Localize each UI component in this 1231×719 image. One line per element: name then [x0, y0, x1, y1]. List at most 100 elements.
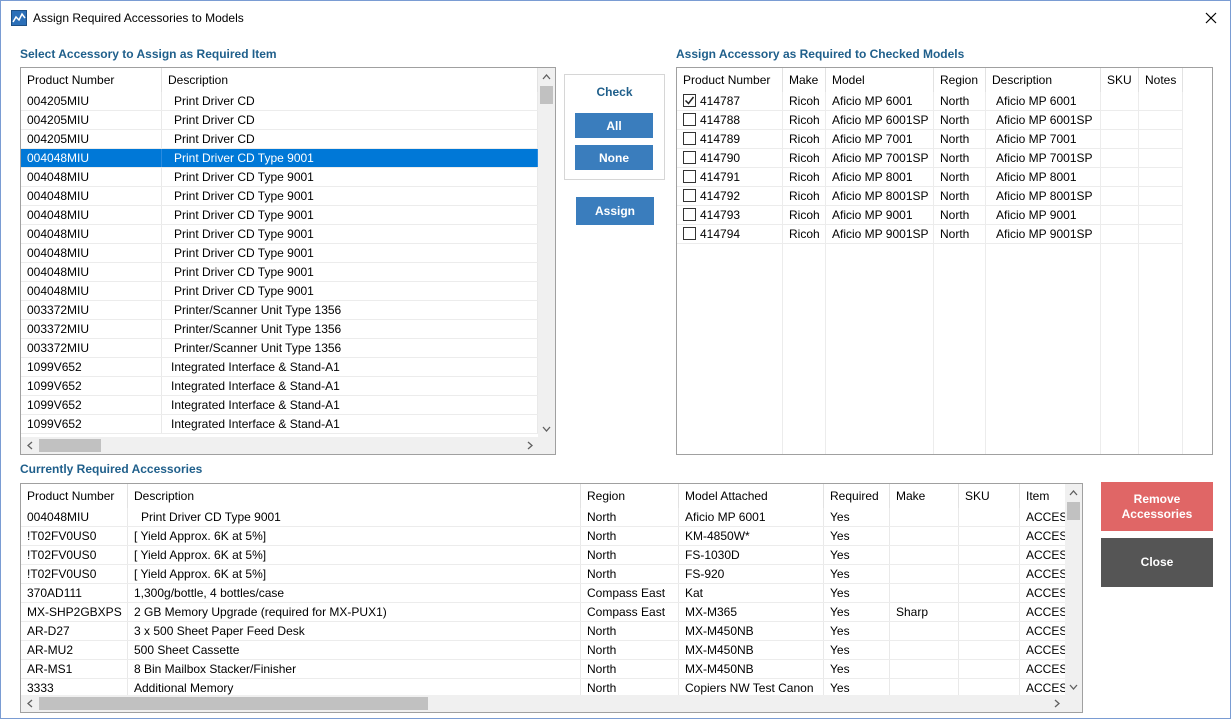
accessory-cell: North [581, 565, 679, 583]
product-number-cell: 004048MIU [21, 282, 162, 300]
accessory-cell [890, 546, 959, 564]
table-row[interactable]: MX-SHP2GBXPS 2 GB Memory Upgrade (require… [21, 603, 1080, 622]
table-row[interactable]: !T02FV0US0[ Yield Approx. 6K at 5%] North… [21, 546, 1080, 565]
accessory-cell [959, 565, 1020, 583]
scroll-up-icon[interactable] [1065, 484, 1082, 501]
model-cell: 414787 [677, 92, 783, 110]
model-cell: Aficio MP 8001 [826, 168, 934, 186]
list-item[interactable]: 003372MIU Printer/Scanner Unit Type 1356 [21, 320, 538, 339]
checkbox[interactable] [683, 227, 696, 241]
column-header[interactable]: Description [986, 68, 1101, 92]
checkbox[interactable] [683, 189, 696, 203]
list-item[interactable]: 004048MIU Print Driver CD Type 9001 [21, 263, 538, 282]
table-row[interactable]: 414789 Ricoh Aficio MP 7001 North Aficio MP … [677, 130, 1183, 149]
vscroll-thumb[interactable] [540, 86, 553, 104]
table-row[interactable]: !T02FV0US0[ Yield Approx. 6K at 5%] North… [21, 565, 1080, 584]
list-item[interactable]: 004048MIU Print Driver CD Type 9001 [21, 206, 538, 225]
scroll-up-icon[interactable] [538, 68, 555, 85]
list-item[interactable]: 004048MIU Print Driver CD Type 9001 [21, 225, 538, 244]
accessory-cell: MX-SHP2GBXPS [21, 603, 128, 621]
list-item[interactable]: 004205MIU Print Driver CD [21, 130, 538, 149]
list-item[interactable]: 004048MIU Print Driver CD Type 9001 [21, 187, 538, 206]
list-item[interactable]: 004205MIU Print Driver CD [21, 92, 538, 111]
column-header[interactable]: Description [128, 484, 581, 508]
accessory-cell: !T02FV0US0 [21, 527, 128, 545]
remove-accessories-button[interactable]: Remove Accessories [1101, 482, 1213, 531]
list-item[interactable]: 1099V652 Integrated Interface & Stand-A1 [21, 415, 538, 434]
table-row[interactable]: !T02FV0US0[ Yield Approx. 6K at 5%] North… [21, 527, 1080, 546]
checkbox[interactable] [683, 132, 696, 146]
table-row[interactable]: 414787 Ricoh Aficio MP 6001 North Aficio MP … [677, 92, 1183, 111]
hscroll-thumb[interactable] [39, 697, 428, 710]
accessory-list-vscroll[interactable] [538, 68, 555, 437]
list-item[interactable]: 1099V652 Integrated Interface & Stand-A1 [21, 396, 538, 415]
table-row[interactable]: 004048MIU Print Driver CD Type 9001 North A… [21, 508, 1080, 527]
model-cell: Aficio MP 8001SP [826, 187, 934, 205]
list-item[interactable]: 1099V652 Integrated Interface & Stand-A1 [21, 358, 538, 377]
scroll-left-icon[interactable] [21, 437, 38, 454]
list-item[interactable]: 004048MIU Print Driver CD Type 9001 [21, 168, 538, 187]
hscroll-thumb[interactable] [39, 439, 101, 452]
scroll-right-icon[interactable] [1048, 695, 1065, 712]
list-item[interactable]: 004048MIU Print Driver CD Type 9001 [21, 244, 538, 263]
close-button[interactable]: Close [1101, 538, 1213, 587]
list-item[interactable]: 004048MIU Print Driver CD Type 9001 [21, 282, 538, 301]
list-item[interactable]: 003372MIU Printer/Scanner Unit Type 1356 [21, 301, 538, 320]
checkbox[interactable] [683, 208, 696, 222]
column-header[interactable]: SKU [1101, 68, 1139, 92]
column-header[interactable]: Product Number [21, 68, 162, 92]
scroll-right-icon[interactable] [521, 437, 538, 454]
required-accessories-hscroll[interactable] [21, 695, 1065, 712]
description-cell: Printer/Scanner Unit Type 1356 [162, 301, 538, 319]
column-header[interactable]: Model Attached [679, 484, 824, 508]
models-list[interactable]: Product Number Make Model Region Description… [676, 67, 1213, 455]
list-item[interactable]: 1099V652 Integrated Interface & Stand-A1 [21, 377, 538, 396]
column-header[interactable]: Make [783, 68, 826, 92]
table-row[interactable]: 414794 Ricoh Aficio MP 9001SP North Aficio M… [677, 225, 1183, 244]
table-row[interactable]: 414791 Ricoh Aficio MP 8001 North Aficio MP … [677, 168, 1183, 187]
column-header[interactable]: Required [824, 484, 890, 508]
table-row[interactable]: 414790 Ricoh Aficio MP 7001SP North Aficio M… [677, 149, 1183, 168]
column-header[interactable]: Region [581, 484, 679, 508]
checkbox[interactable] [683, 151, 696, 165]
accessory-cell: KM-4850W* [679, 527, 824, 545]
assign-button[interactable]: Assign [576, 197, 654, 225]
scroll-left-icon[interactable] [21, 695, 38, 712]
checkbox[interactable] [683, 113, 696, 127]
column-header[interactable]: Product Number [677, 68, 783, 92]
checkbox-checked[interactable] [683, 94, 696, 108]
required-accessories-vscroll[interactable] [1065, 484, 1082, 695]
check-none-button[interactable]: None [575, 145, 653, 170]
list-item[interactable]: 003372MIU Printer/Scanner Unit Type 1356 [21, 339, 538, 358]
accessory-list[interactable]: Product Number Description 004205MIU Print… [20, 67, 556, 455]
list-item[interactable]: 004048MIU Print Driver CD Type 9001 [21, 149, 538, 168]
column-header[interactable]: Make [890, 484, 959, 508]
table-row[interactable]: AR-MU2 500 Sheet Cassette North MX-M450NB Ye… [21, 641, 1080, 660]
table-row[interactable]: 414788 Ricoh Aficio MP 6001SP North Aficio M… [677, 111, 1183, 130]
table-row[interactable]: 414793 Ricoh Aficio MP 9001 North Aficio MP … [677, 206, 1183, 225]
model-cell: Aficio MP 7001SP [986, 149, 1101, 167]
model-cell: 414793 [677, 206, 783, 224]
accessory-list-hscroll[interactable] [21, 437, 538, 454]
list-item[interactable]: 004205MIU Print Driver CD [21, 111, 538, 130]
column-header[interactable]: Description [162, 68, 538, 92]
required-accessories-list[interactable]: Product Number Description Region Model Att… [20, 483, 1083, 713]
check-all-button[interactable]: All [575, 113, 653, 138]
column-header[interactable]: Model [826, 68, 934, 92]
table-row[interactable]: AR-MS1 8 Bin Mailbox Stacker/Finisher Nort… [21, 660, 1080, 679]
accessory-cell [890, 584, 959, 602]
table-row[interactable]: 414792 Ricoh Aficio MP 8001SP North Aficio M… [677, 187, 1183, 206]
close-icon[interactable] [1192, 1, 1230, 34]
scroll-down-icon[interactable] [1065, 678, 1082, 695]
accessory-cell: Yes [824, 603, 890, 621]
table-row[interactable]: 370AD111 1,300g/bottle, 4 bottles/case Com… [21, 584, 1080, 603]
column-header[interactable]: Region [934, 68, 986, 92]
column-header[interactable]: Product Number [21, 484, 128, 508]
accessory-cell: AR-D27 [21, 622, 128, 640]
table-row[interactable]: AR-D27 3 x 500 Sheet Paper Feed Desk North… [21, 622, 1080, 641]
scroll-down-icon[interactable] [538, 420, 555, 437]
checkbox[interactable] [683, 170, 696, 184]
vscroll-thumb[interactable] [1067, 502, 1080, 520]
column-header[interactable]: SKU [959, 484, 1020, 508]
column-header[interactable]: Notes [1139, 68, 1183, 92]
